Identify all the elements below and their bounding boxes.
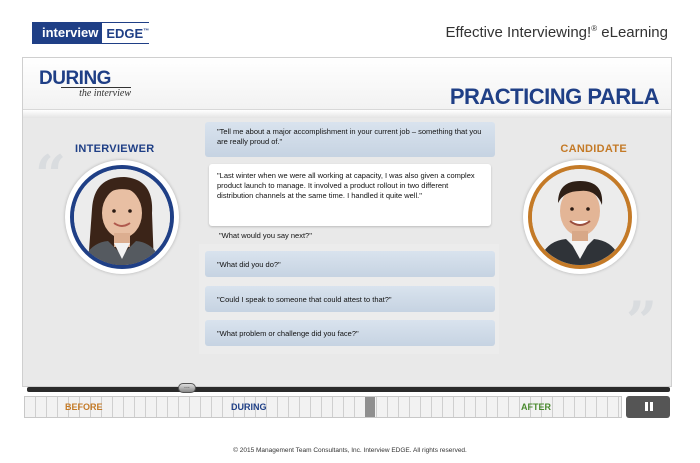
section-title: PRACTICING PARLA — [449, 84, 660, 109]
interviewer-photo — [70, 165, 174, 269]
timeline-before-link[interactable]: BEFORE — [65, 402, 103, 412]
app-title: Effective Interviewing!® eLearning — [446, 24, 668, 41]
answer-option-2[interactable]: "Could I speak to someone that could att… — [205, 286, 495, 312]
lesson-stage: DURING the interview PRACTICING PARLA IN… — [22, 57, 672, 387]
app-title-suffix: eLearning — [597, 24, 668, 41]
candidate-label: CANDIDATE — [560, 143, 627, 155]
app-title-main: Effective Interviewing! — [445, 24, 592, 41]
interviewer-avatar — [65, 160, 179, 274]
logo-trademark: ™ — [143, 28, 150, 35]
candidate-avatar — [523, 160, 637, 274]
section-timeline[interactable]: BEFORE DURING AFTER — [24, 396, 622, 418]
open-quote-icon: “ — [35, 143, 67, 207]
timeline-during-link[interactable]: DURING — [231, 402, 267, 412]
timeline-after-link[interactable]: AFTER — [521, 402, 551, 412]
next-question-prompt: "What would you say next?" — [219, 231, 312, 240]
pause-icon — [645, 402, 648, 411]
logo-left-text: interview — [32, 22, 103, 44]
pause-button[interactable] — [626, 396, 670, 418]
section-header-shade — [23, 110, 671, 118]
interviewer-speech-bubble: "Tell me about a major accomplishment in… — [205, 122, 495, 157]
logo-right: EDGE™ — [102, 22, 150, 44]
course-page: interview EDGE™ Effective Interviewing!®… — [0, 0, 700, 463]
copyright-footer: © 2015 Management Team Consultants, Inc.… — [233, 447, 467, 454]
candidate-photo — [528, 165, 632, 269]
seek-handle-grip-icon: ... — [184, 383, 190, 390]
candidate-portrait-icon — [532, 169, 628, 265]
candidate-speech-bubble: "Last winter when we were all working at… — [209, 164, 491, 226]
timeline-current-marker — [365, 397, 375, 417]
close-quote-icon: ” — [625, 289, 657, 353]
interview-edge-logo: interview EDGE™ — [32, 22, 182, 44]
interviewer-portrait-icon — [74, 169, 170, 265]
seek-handle[interactable]: ... — [178, 383, 196, 393]
seek-bar[interactable] — [27, 387, 670, 392]
interviewer-label: INTERVIEWER — [75, 143, 155, 155]
during-section-logo: DURING the interview — [39, 68, 131, 99]
answer-option-1[interactable]: "What did you do?" — [205, 251, 495, 277]
pause-icon-bar — [650, 402, 653, 411]
logo-right-text: EDGE — [106, 26, 144, 41]
answer-option-3[interactable]: "What problem or challenge did you face?… — [205, 320, 495, 346]
